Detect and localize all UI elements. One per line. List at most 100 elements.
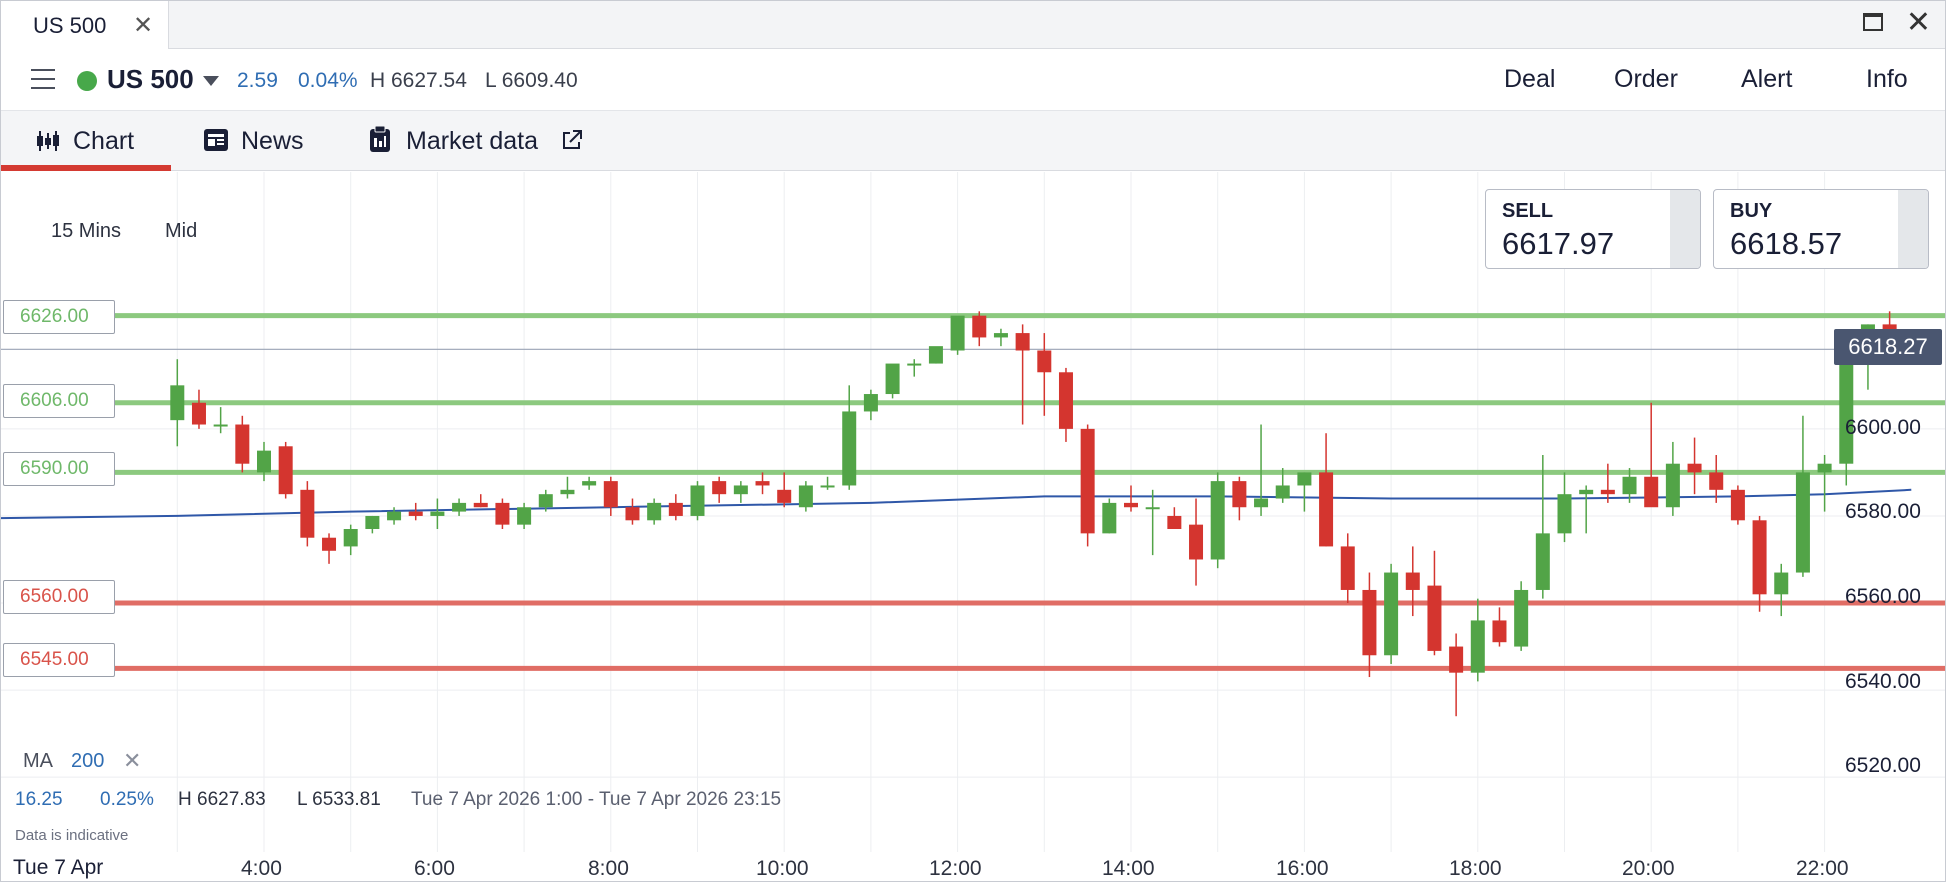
window-tab-title: US 500 <box>33 13 107 38</box>
instrument-high: H 6627.54 <box>370 69 467 92</box>
candle-up <box>560 489 575 495</box>
candle-up <box>928 346 943 364</box>
candle-down <box>1600 489 1615 495</box>
candle-down <box>1167 515 1182 530</box>
candle-up <box>1579 489 1594 495</box>
remove-indicator-icon[interactable]: ✕ <box>123 748 141 774</box>
candle-down <box>972 315 987 338</box>
y-tick-label: 6580.00 <box>1845 500 1921 523</box>
tab-close-icon[interactable]: ✕ <box>133 11 153 40</box>
indicator-name: MA <box>23 750 53 772</box>
window-close-icon[interactable]: ✕ <box>1906 5 1931 40</box>
tab-market-data[interactable]: Market data <box>361 111 591 171</box>
buy-button[interactable]: BUY 6618.57 <box>1713 189 1929 269</box>
newspaper-icon <box>204 129 228 151</box>
tab-active-indicator <box>1 165 171 171</box>
candle-down <box>1687 463 1702 473</box>
level-label-6626[interactable]: 6626.00 <box>3 300 115 334</box>
menu-icon[interactable] <box>31 69 55 89</box>
period-high: H 6627.83 <box>178 789 266 810</box>
x-tick-label: 20:00 <box>1622 857 1675 880</box>
candle-down <box>1405 572 1420 590</box>
candle-up <box>993 333 1008 338</box>
sell-button-side <box>1670 190 1700 268</box>
level-label-6590[interactable]: 6590.00 <box>3 452 115 486</box>
tab-news[interactable]: News <box>191 111 321 171</box>
chart-area[interactable]: 15 Mins Mid SELL 6617.97 BUY 6618.57 661… <box>1 172 1946 882</box>
candle-down <box>1058 372 1073 429</box>
level-label-6545[interactable]: 6545.00 <box>3 643 115 677</box>
buy-label: BUY <box>1730 200 1773 222</box>
candle-up <box>885 363 900 395</box>
deal-button[interactable]: Deal <box>1504 65 1555 94</box>
candle-up <box>387 511 402 521</box>
candle-down <box>408 511 423 516</box>
tab-news-label: News <box>241 127 304 155</box>
candle-down <box>625 507 640 521</box>
alert-button[interactable]: Alert <box>1741 65 1792 94</box>
x-tick-label: 10:00 <box>756 857 809 880</box>
candle-up <box>1102 502 1117 534</box>
window-tab[interactable]: US 500 ✕ <box>1 1 169 49</box>
candle-down <box>1232 481 1247 508</box>
period-change-pct: 0.25% <box>100 789 154 810</box>
x-tick-label: 22:00 <box>1796 857 1849 880</box>
candle-down <box>473 502 488 508</box>
x-tick-label: 12:00 <box>929 857 982 880</box>
instrument-name[interactable]: US 500 <box>107 64 194 95</box>
level-label-6560[interactable]: 6560.00 <box>3 580 115 614</box>
app-window: US 500 ✕ ✕ US 500 2.59 0.04% H 6627.54 L… <box>0 0 1946 882</box>
candle-up <box>1384 572 1399 656</box>
external-link-icon <box>563 130 582 149</box>
candle-down <box>1752 520 1767 595</box>
instrument-change: 2.59 <box>237 69 278 92</box>
candle-up <box>733 485 748 495</box>
candle-down <box>668 502 683 516</box>
window-titlebar: US 500 ✕ ✕ <box>1 1 1945 49</box>
price-chart[interactable] <box>1 172 1946 882</box>
candle-down <box>1362 589 1377 656</box>
chevron-down-icon[interactable] <box>203 76 219 86</box>
candle-down <box>1449 646 1464 673</box>
candle-up <box>452 502 467 512</box>
candle-up <box>1254 498 1269 508</box>
indicator-period[interactable]: 200 <box>71 750 104 773</box>
candle-up <box>538 494 553 508</box>
candle-up <box>365 515 380 530</box>
candle-up <box>907 363 922 366</box>
tab-chart[interactable]: Chart <box>1 111 171 171</box>
candle-down <box>1492 620 1507 643</box>
candle-up <box>950 315 965 351</box>
x-tick-label: 8:00 <box>588 857 629 880</box>
x-tick-label: 18:00 <box>1449 857 1502 880</box>
candle-down <box>777 489 792 503</box>
timeframe-selector[interactable]: 15 Mins <box>51 220 121 243</box>
level-label-6606[interactable]: 6606.00 <box>3 384 115 418</box>
tab-chart-label: Chart <box>73 127 135 155</box>
instrument-low: L 6609.40 <box>485 69 578 92</box>
candle-down <box>1319 472 1334 547</box>
candle-up <box>343 529 358 547</box>
sell-button[interactable]: SELL 6617.97 <box>1485 189 1701 269</box>
candle-up <box>647 502 662 521</box>
candle-up <box>1470 620 1485 673</box>
sell-label: SELL <box>1502 200 1554 222</box>
y-tick-label: 6560.00 <box>1845 585 1921 608</box>
period-change: 16.25 <box>15 789 63 810</box>
price-type-selector[interactable]: Mid <box>165 220 197 243</box>
candle-up <box>1817 463 1832 473</box>
candle-up <box>1557 494 1572 534</box>
candle-down <box>1015 333 1030 351</box>
info-button[interactable]: Info <box>1866 65 1908 94</box>
candle-down <box>235 424 250 464</box>
candle-down <box>755 481 770 486</box>
candle-down <box>712 481 727 495</box>
candle-up <box>430 511 445 516</box>
candle-down <box>1730 489 1745 521</box>
candle-up <box>798 485 813 508</box>
order-button[interactable]: Order <box>1614 65 1678 94</box>
candle-up <box>1774 572 1789 595</box>
y-tick-label: 6520.00 <box>1845 754 1921 777</box>
candle-up <box>842 411 857 486</box>
maximize-icon[interactable] <box>1863 13 1883 31</box>
